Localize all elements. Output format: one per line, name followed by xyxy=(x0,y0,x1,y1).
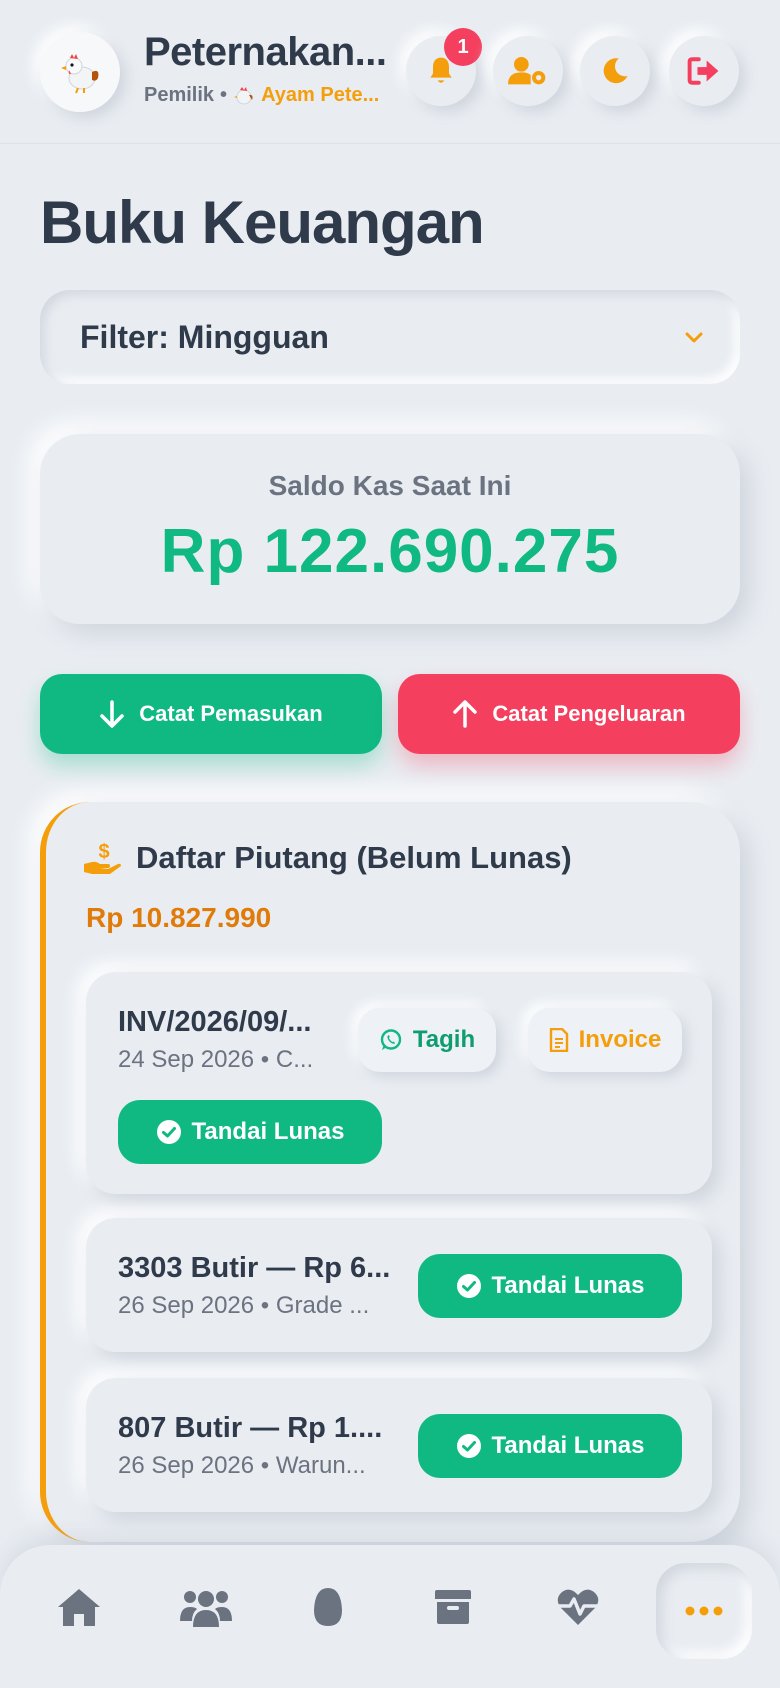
farm-logo[interactable] xyxy=(40,32,120,112)
farm-title: Peternakan... xyxy=(144,30,387,74)
receivable-subtitle: 24 Sep 2026 • C... xyxy=(118,1046,314,1073)
balance-label: Saldo Kas Saat Ini xyxy=(268,470,512,501)
filter-label: Filter: Mingguan xyxy=(80,318,329,355)
chevron-down-icon xyxy=(685,332,703,343)
receivable-subtitle: 26 Sep 2026 • Warun... xyxy=(118,1452,366,1479)
notification-badge: 1 xyxy=(444,28,482,66)
check-circle-icon xyxy=(456,1274,481,1298)
user-settings-button[interactable] xyxy=(493,36,563,106)
mark-paid-label: Tandai Lunas xyxy=(191,1118,345,1145)
bill-label: Tagih xyxy=(412,1026,476,1053)
cash-balance-card: Saldo Kas Saat Ini Rp 122.690.275 xyxy=(40,434,740,624)
user-role: Pemilik xyxy=(144,84,215,106)
page-title: Buku Keuangan xyxy=(40,189,485,256)
invoice-label: Invoice xyxy=(578,1026,662,1053)
receivable-title: 3303 Butir — Rp 6... xyxy=(118,1252,391,1284)
separator-dot: • xyxy=(220,84,228,106)
bottom-navigation xyxy=(0,1545,780,1688)
balance-value: Rp 122.690.275 xyxy=(160,517,620,586)
box-icon xyxy=(435,1590,471,1624)
arrow-up-icon xyxy=(453,700,478,728)
notifications-button[interactable]: 1 xyxy=(406,28,482,106)
farm-name: Ayam Pete... xyxy=(261,84,380,106)
mark-paid-button[interactable]: Tandai Lunas xyxy=(118,1100,382,1164)
check-circle-icon xyxy=(456,1434,481,1458)
nav-health[interactable] xyxy=(533,1573,623,1641)
egg-icon xyxy=(314,1588,342,1626)
nav-eggs[interactable] xyxy=(283,1573,373,1641)
bill-whatsapp-button[interactable]: Tagih xyxy=(358,1008,496,1072)
heart-pulse-icon xyxy=(557,1589,599,1625)
chicken-icon xyxy=(234,86,253,104)
receivables-card: $ Daftar Piutang (Belum Lunas) Rp 10.827… xyxy=(40,802,740,1542)
receivable-item: 807 Butir — Rp 1.... 26 Sep 2026 • Warun… xyxy=(86,1378,712,1512)
receivables-heading: $ Daftar Piutang (Belum Lunas) xyxy=(82,840,572,876)
user-gear-icon xyxy=(508,57,546,85)
mark-paid-button[interactable]: Tandai Lunas xyxy=(418,1414,682,1478)
nav-home[interactable] xyxy=(34,1573,124,1641)
hand-holding-dollar-icon: $ xyxy=(84,841,121,874)
svg-text:$: $ xyxy=(98,841,109,863)
mark-paid-label: Tandai Lunas xyxy=(491,1432,645,1459)
logout-button[interactable] xyxy=(669,36,739,106)
receivable-title: 807 Butir — Rp 1.... xyxy=(118,1412,383,1444)
receivables-total: Rp 10.827.990 xyxy=(86,902,272,933)
receivable-subtitle: 26 Sep 2026 • Grade ... xyxy=(118,1292,370,1319)
record-expense-button[interactable]: Catat Pengeluaran xyxy=(398,674,740,754)
mark-paid-button[interactable]: Tandai Lunas xyxy=(418,1254,682,1318)
receivable-title: INV/2026/09/... xyxy=(118,1006,312,1038)
record-expense-label: Catat Pengeluaran xyxy=(492,701,686,726)
arrow-down-icon xyxy=(100,700,125,728)
dark-mode-toggle[interactable] xyxy=(580,36,650,106)
record-income-button[interactable]: Catat Pemasukan xyxy=(40,674,382,754)
chicken-icon xyxy=(61,54,99,94)
nav-more[interactable] xyxy=(656,1563,752,1659)
receivables-title: Daftar Piutang (Belum Lunas) xyxy=(136,840,572,875)
file-invoice-icon xyxy=(549,1028,568,1052)
mark-paid-label: Tandai Lunas xyxy=(491,1272,645,1299)
check-circle-icon xyxy=(156,1120,181,1144)
nav-users[interactable] xyxy=(161,1573,251,1641)
receivable-item: INV/2026/09/... 24 Sep 2026 • C... Tagih… xyxy=(86,972,712,1194)
period-filter-select[interactable]: Filter: Mingguan xyxy=(40,290,740,384)
moon-icon xyxy=(603,58,628,84)
app-header: Peternakan... Pemilik • Ayam Pete... 1 xyxy=(0,0,780,144)
farm-subline: Pemilik • Ayam Pete... xyxy=(144,84,402,107)
receivable-item: 3303 Butir — Rp 6... 26 Sep 2026 • Grade… xyxy=(86,1218,712,1352)
logout-icon xyxy=(687,57,719,85)
whatsapp-icon xyxy=(380,1029,402,1050)
record-income-label: Catat Pemasukan xyxy=(139,701,323,726)
invoice-button[interactable]: Invoice xyxy=(528,1008,682,1072)
users-icon xyxy=(180,1591,232,1627)
more-icon xyxy=(685,1606,723,1616)
home-icon xyxy=(58,1589,100,1626)
nav-inventory[interactable] xyxy=(408,1573,498,1641)
